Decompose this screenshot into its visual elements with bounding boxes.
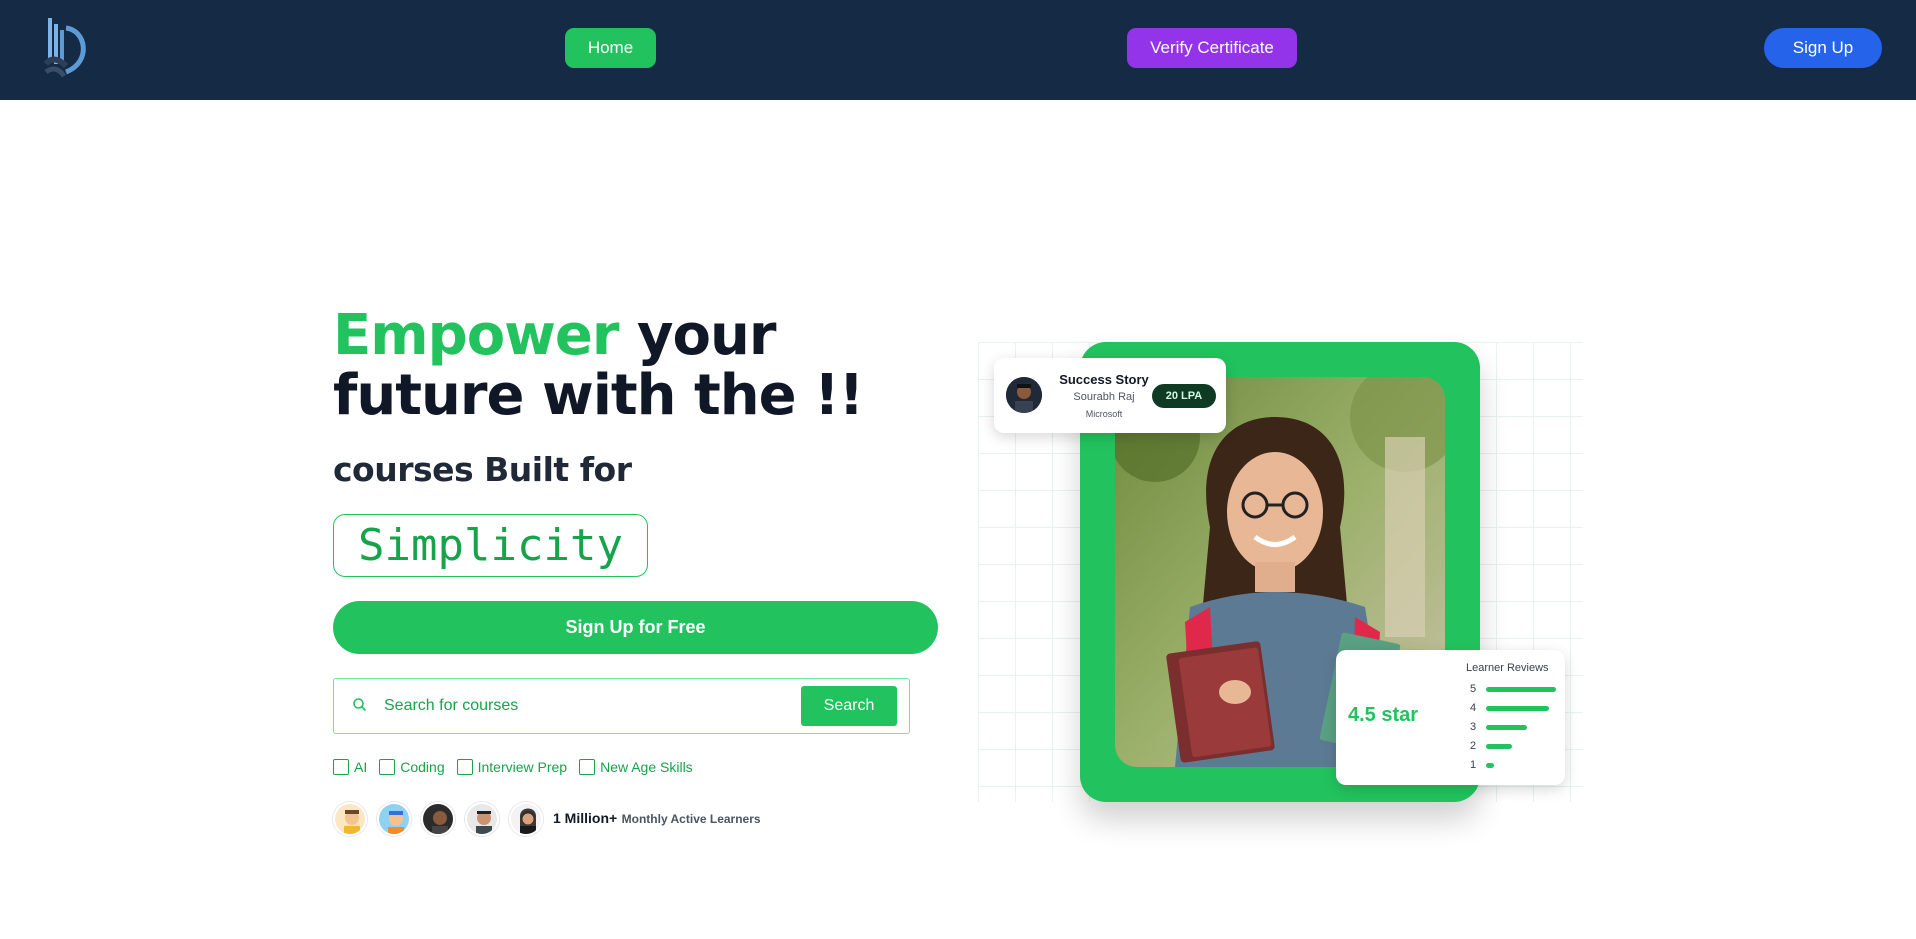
- checkbox[interactable]: [333, 759, 349, 775]
- brand-logo[interactable]: [42, 16, 94, 78]
- learners-count: 1 Million+: [553, 810, 618, 826]
- learners-stat: 1 Million+ Monthly Active Learners: [553, 810, 761, 828]
- review-level: 3: [1470, 721, 1477, 733]
- story-company: Microsoft: [1085, 409, 1123, 419]
- verify-certificate-button[interactable]: Verify Certificate: [1127, 28, 1297, 68]
- course-search-bar: Search: [333, 678, 910, 734]
- search-icon: [351, 696, 369, 714]
- review-bar-row: 2: [1470, 740, 1512, 752]
- hero-headline: Empower your future with the !!: [333, 306, 953, 426]
- filter-interview-prep[interactable]: Interview Prep: [456, 759, 568, 775]
- reviews-title: Learner Reviews: [1466, 662, 1549, 674]
- learner-avatar: [421, 802, 455, 836]
- checkbox[interactable]: [379, 759, 396, 775]
- salary-badge: 20 LPA: [1152, 384, 1216, 408]
- success-story-card: Success Story Sourabh Raj Microsoft 20 L…: [994, 358, 1226, 433]
- learner-avatar: [509, 802, 543, 836]
- course-filters: AI Coding Interview Prep New Age Skills: [333, 759, 693, 775]
- checkbox[interactable]: [579, 759, 596, 775]
- review-bar: [1486, 743, 1512, 749]
- filter-label: Coding: [400, 759, 445, 775]
- learner-avatar: [333, 802, 367, 836]
- headline-accent: Empower: [333, 303, 619, 368]
- review-level: 5: [1470, 683, 1477, 695]
- filter-coding[interactable]: Coding: [379, 759, 445, 775]
- sign-up-free-button[interactable]: Sign Up for Free: [333, 601, 938, 654]
- learners-label: Monthly Active Learners: [621, 812, 761, 826]
- review-bar-row: 1: [1470, 759, 1494, 771]
- search-input[interactable]: [384, 689, 774, 723]
- review-bar: [1486, 762, 1494, 768]
- story-title: Success Story: [1059, 372, 1149, 387]
- rating-value: 4.5 star: [1348, 704, 1419, 726]
- review-bar-row: 4: [1470, 702, 1549, 714]
- typed-word-box: Simplicity: [333, 514, 648, 577]
- review-bar: [1486, 724, 1527, 730]
- filter-label: Interview Prep: [477, 759, 568, 775]
- review-level: 4: [1470, 702, 1477, 714]
- review-bar-row: 5: [1470, 683, 1556, 695]
- story-avatar: [1006, 377, 1042, 413]
- filter-ai[interactable]: AI: [333, 759, 367, 775]
- review-level: 1: [1470, 759, 1477, 771]
- top-navbar: Home Verify Certificate Sign Up: [0, 0, 1916, 100]
- learner-avatar: [465, 802, 499, 836]
- learner-reviews-card: 4.5 star Learner Reviews 5 4 3 2 1: [1336, 650, 1565, 785]
- search-button[interactable]: Search: [801, 686, 897, 726]
- review-bar-row: 3: [1470, 721, 1527, 733]
- learners-row: 1 Million+ Monthly Active Learners: [333, 802, 761, 836]
- learner-avatar: [377, 802, 411, 836]
- review-level: 2: [1470, 740, 1477, 752]
- review-bar: [1486, 705, 1549, 711]
- filter-new-age-skills[interactable]: New Age Skills: [579, 759, 693, 775]
- story-name: Sourabh Raj: [1073, 391, 1135, 403]
- filter-label: AI: [354, 759, 368, 775]
- filter-label: New Age Skills: [600, 759, 693, 775]
- checkbox[interactable]: [456, 759, 473, 775]
- typed-word: Simplicity: [358, 520, 623, 571]
- review-bar: [1486, 686, 1556, 692]
- home-button[interactable]: Home: [565, 28, 656, 68]
- sign-up-button[interactable]: Sign Up: [1764, 28, 1882, 68]
- hero-subline: courses Built for: [333, 450, 632, 489]
